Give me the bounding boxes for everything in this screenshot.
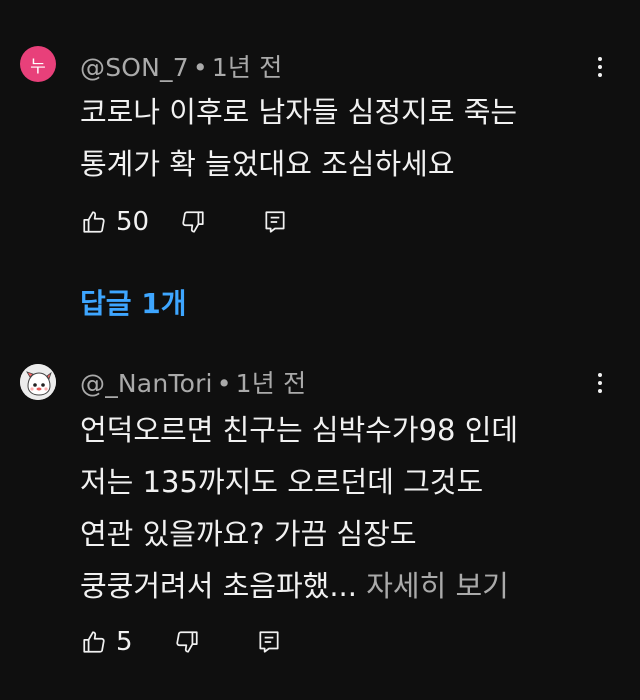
comment-meta: @SON_7 • 1년 전 [80, 48, 282, 84]
thumbs-down-icon[interactable] [173, 628, 201, 656]
separator-dot: • [192, 53, 208, 82]
thumbs-up-icon[interactable] [80, 208, 108, 236]
read-more-link[interactable]: 자세히 보기 [366, 569, 509, 603]
avatar-letter: 누 [30, 56, 46, 77]
comment-actions: 50 [80, 202, 289, 242]
thumbs-up-icon[interactable] [80, 628, 108, 656]
comment-line-last: 쿵쿵거려서 초음파했... 자세히 보기 [80, 560, 518, 612]
comment-line: 코로나 이후로 남자들 심정지로 죽는 [80, 95, 518, 129]
reply-icon[interactable] [255, 628, 283, 656]
comment-line: 연관 있을까요? 가끔 심장도 [80, 517, 417, 551]
cartoon-avatar-icon [20, 364, 56, 400]
comment-line: 저는 135까지도 오르던데 그것도 [80, 465, 484, 499]
author-name[interactable]: @SON_7 [80, 53, 189, 82]
more-vert-icon[interactable] [589, 368, 611, 398]
comment-time[interactable]: 1년 전 [236, 369, 307, 398]
comment-text: 언덕오르면 친구는 심박수가98 인데 저는 135까지도 오르던데 그것도 연… [80, 404, 518, 612]
reply-icon[interactable] [261, 208, 289, 236]
avatar[interactable]: 누 [20, 46, 56, 82]
thumbs-down-icon[interactable] [179, 208, 207, 236]
author-name[interactable]: @_NanTori [80, 369, 213, 398]
comment-time[interactable]: 1년 전 [212, 53, 283, 82]
comment-line: 언덕오르면 친구는 심박수가98 인데 [80, 413, 519, 447]
comment-meta: @_NanTori • 1년 전 [80, 364, 306, 400]
more-vert-icon[interactable] [589, 52, 611, 82]
comment-line: 쿵쿵거려서 초음파했... [80, 569, 357, 603]
avatar[interactable] [20, 364, 56, 400]
separator-dot: • [216, 369, 232, 398]
like-count: 5 [116, 627, 133, 657]
comment-actions: 5 [80, 622, 283, 662]
comment-text: 코로나 이후로 남자들 심정지로 죽는 통계가 확 늘었대요 조심하세요 [80, 86, 517, 190]
replies-toggle[interactable]: 답글 1개 [80, 282, 187, 322]
comment-line: 통계가 확 늘었대요 조심하세요 [80, 147, 455, 181]
like-count: 50 [116, 207, 150, 237]
